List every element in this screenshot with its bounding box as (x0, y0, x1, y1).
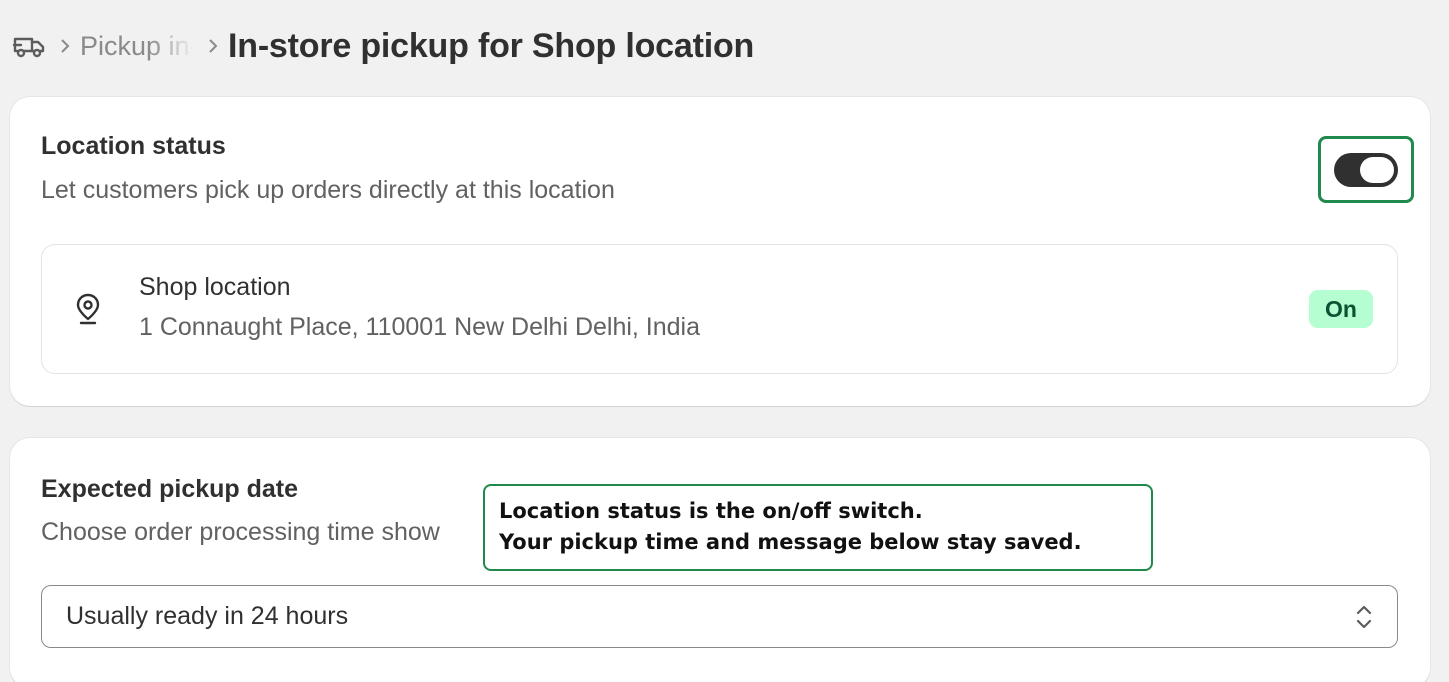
pickup-time-select-value: Usually ready in 24 hours (66, 602, 349, 630)
pickup-time-select[interactable]: Usually ready in 24 hours (41, 585, 1398, 648)
page-title: In-store pickup for Shop location (228, 26, 755, 65)
location-status-description: Let customers pick up orders directly at… (41, 176, 615, 204)
pickup-date-title: Expected pickup date (41, 475, 299, 503)
location-name: Shop location (139, 273, 291, 301)
location-status-card: Location status Let customers pick up or… (10, 97, 1430, 406)
location-address: 1 Connaught Place, 110001 New Delhi Delh… (139, 313, 701, 341)
toggle-highlight (1318, 136, 1414, 203)
tooltip-line-1: Location status is the on/off switch. (499, 499, 923, 523)
tooltip-line-2: Your pickup time and message below stay … (499, 530, 1082, 554)
truck-icon[interactable] (12, 29, 46, 63)
location-status-toggle[interactable] (1334, 152, 1398, 187)
chevron-right-icon (60, 38, 70, 54)
pickup-date-description: Choose order processing time show (41, 518, 440, 546)
chevron-right-icon (208, 38, 218, 54)
location-row: Shop location 1 Connaught Place, 110001 … (41, 244, 1398, 374)
status-badge: On (1309, 290, 1373, 328)
toggle-knob (1360, 156, 1394, 183)
annotation-tooltip: Location status is the on/off switch. Yo… (483, 484, 1153, 571)
select-chevrons-icon (1353, 602, 1375, 632)
map-pin-icon (74, 292, 102, 326)
location-status-title: Location status (41, 132, 226, 160)
breadcrumb: Pickup in-store In-store pickup for Shop… (12, 22, 754, 70)
breadcrumb-link-pickup[interactable]: Pickup in-store (80, 31, 194, 62)
